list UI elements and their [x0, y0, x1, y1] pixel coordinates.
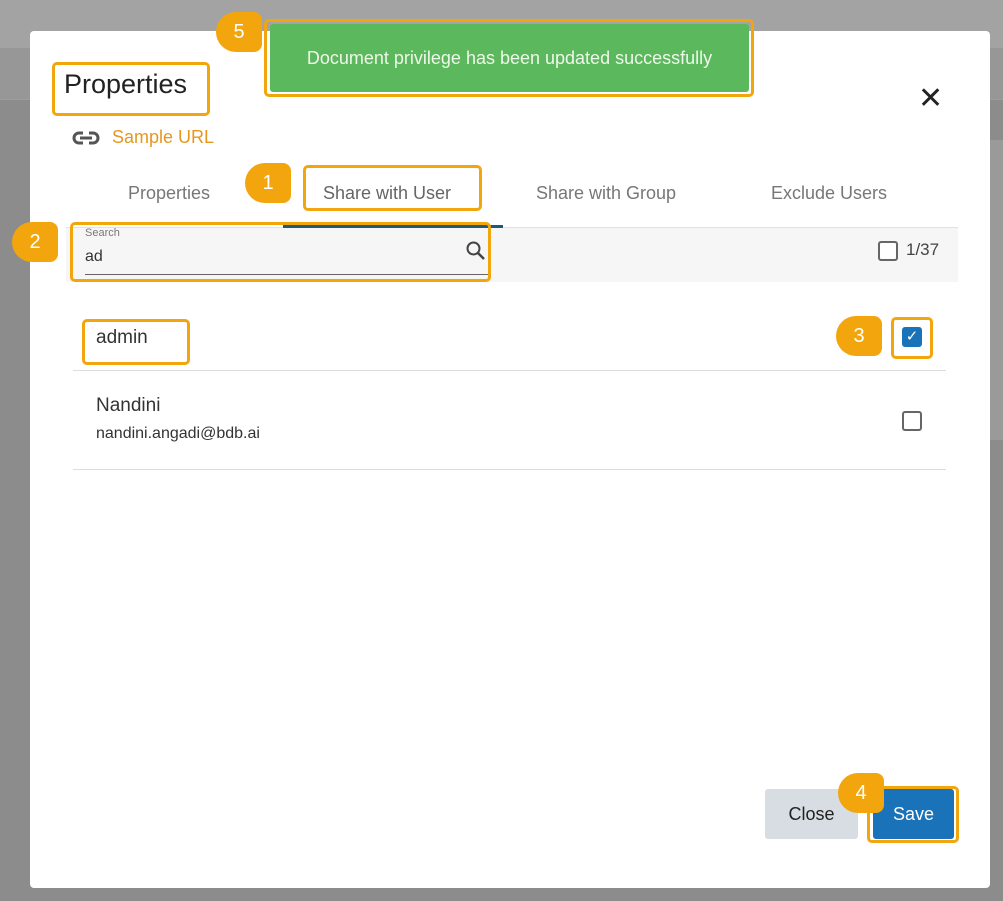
link-icon: [72, 130, 100, 145]
tab-share-with-group[interactable]: Share with Group: [536, 183, 676, 204]
close-icon[interactable]: ✕: [918, 81, 943, 116]
highlight-user: [82, 319, 190, 365]
highlight-toast: [264, 19, 754, 97]
callout-badge: 5: [216, 12, 262, 52]
highlight-checkbox: [891, 317, 933, 359]
user-name: Nandini: [96, 395, 161, 416]
selection-count: 1/37: [906, 240, 940, 259]
row-divider: [73, 469, 946, 470]
user-email: nandini.angadi@bdb.ai: [96, 425, 260, 442]
sample-url-link[interactable]: Sample URL: [72, 127, 214, 148]
highlight-title: [52, 62, 210, 116]
tab-exclude-users[interactable]: Exclude Users: [771, 183, 887, 204]
callout-badge: 3: [836, 316, 882, 356]
highlight-tab: [303, 165, 482, 211]
sample-url-label: Sample URL: [112, 127, 215, 147]
row-divider: [73, 370, 946, 371]
callout-badge: 4: [838, 773, 884, 813]
user-checkbox-nandini[interactable]: [902, 411, 922, 431]
properties-dialog: Properties ✕ Sample URL Properties Share…: [30, 31, 990, 888]
highlight-search: [70, 222, 491, 282]
select-all-checkbox[interactable]: [878, 241, 898, 261]
callout-badge: 1: [245, 163, 291, 203]
tab-properties[interactable]: Properties: [128, 183, 210, 204]
callout-badge: 2: [12, 222, 58, 262]
background-card: [990, 140, 1003, 440]
